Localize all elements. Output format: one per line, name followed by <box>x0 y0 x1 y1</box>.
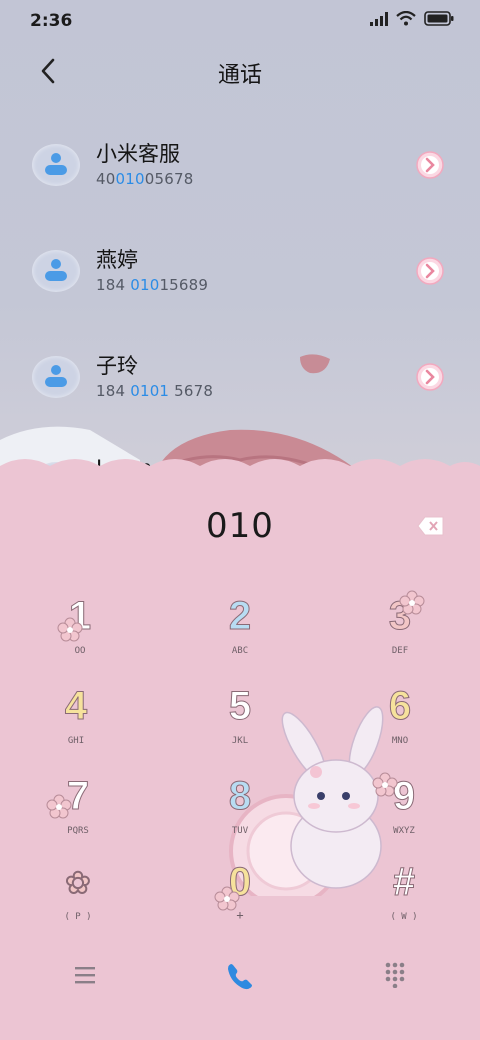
person-icon <box>45 259 67 281</box>
contact-row[interactable]: 燕婷 184 01015689 <box>0 234 480 324</box>
dial-key-0[interactable]: 0 + <box>180 860 300 940</box>
dial-key-8[interactable]: 8 TUV <box>180 774 300 854</box>
person-icon <box>45 153 67 175</box>
page-title: 通话 <box>217 63 262 88</box>
flower-icon <box>399 590 425 615</box>
signal-icon <box>370 11 388 26</box>
dialpad-toggle-button[interactable] <box>365 952 425 1000</box>
contact-number: 184 0101 5678 <box>96 382 214 400</box>
dialed-number[interactable]: 010 <box>0 506 480 546</box>
battery-icon <box>424 11 454 26</box>
dial-key-4[interactable]: 4 GHI <box>16 684 136 764</box>
chevron-right-icon[interactable] <box>415 362 445 392</box>
contact-row[interactable]: 子玲 184 0101 5678 <box>0 340 480 430</box>
contact-row[interactable]: 小米客服 4001005678 <box>0 128 480 218</box>
phone-icon <box>228 964 252 990</box>
contact-name: 小米客服 <box>96 142 180 166</box>
menu-icon <box>75 967 95 984</box>
contact-name: 燕婷 <box>96 248 138 272</box>
chevron-right-icon[interactable] <box>415 150 445 180</box>
avatar <box>32 250 80 292</box>
dial-key-9[interactable]: 9 WXYZ <box>344 774 464 854</box>
dial-key-6[interactable]: 6 MNO <box>340 684 460 764</box>
contact-number: 184 01015689 <box>96 276 209 294</box>
flower-icon <box>372 772 398 797</box>
backspace-icon[interactable] <box>417 515 445 537</box>
dial-key-7[interactable]: 7 PQRS <box>18 774 138 854</box>
person-icon <box>45 365 67 387</box>
page-header: 通话 <box>0 48 480 94</box>
dialpad-icon <box>385 962 405 988</box>
call-button[interactable] <box>210 952 270 1000</box>
status-bar: 2:36 <box>0 0 480 40</box>
wifi-icon <box>396 11 416 26</box>
dial-key-star[interactable]: ✿( P ) <box>18 860 138 940</box>
scalloped-edge <box>0 459 480 482</box>
avatar <box>32 356 80 398</box>
status-time: 2:36 <box>30 11 73 31</box>
dial-key-2[interactable]: 2 ABC <box>180 594 300 674</box>
chevron-right-icon[interactable] <box>415 256 445 286</box>
flower-icon <box>214 886 240 911</box>
contact-number: 4001005678 <box>96 170 194 188</box>
menu-button[interactable] <box>55 952 115 1000</box>
dial-key-5[interactable]: 5 JKL <box>180 684 300 764</box>
flower-icon <box>46 794 72 819</box>
avatar <box>32 144 80 186</box>
contact-name: 子玲 <box>96 354 138 378</box>
dial-key-hash[interactable]: #( W ) <box>344 860 464 940</box>
flower-icon <box>57 617 83 642</box>
